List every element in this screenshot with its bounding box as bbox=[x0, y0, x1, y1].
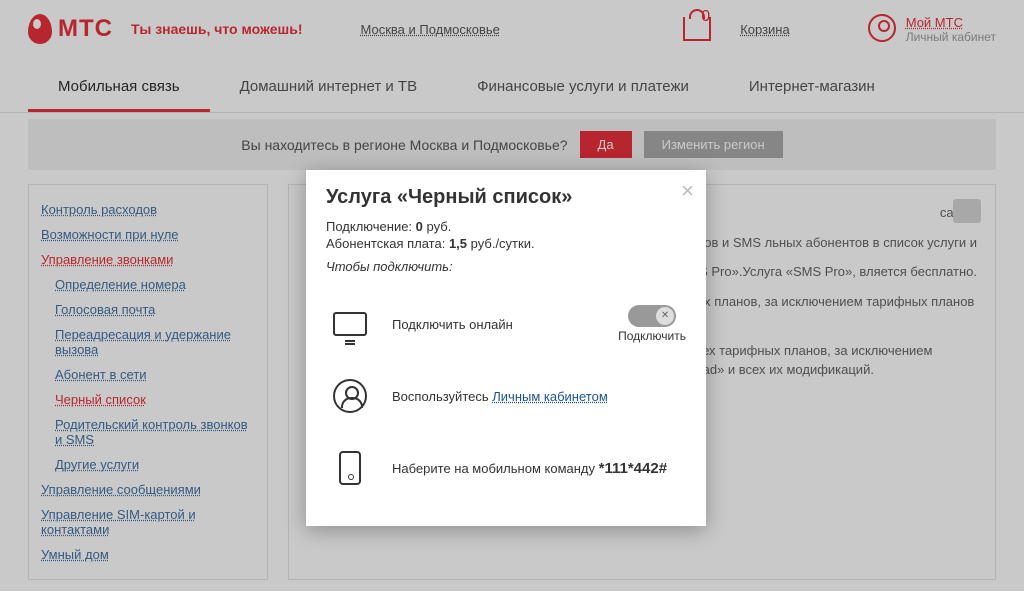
phone-icon bbox=[339, 451, 361, 485]
modal-blacklist: × Услуга «Черный список» Подключение: 0 … bbox=[306, 170, 706, 526]
modal-row-ussd: Наберите на мобильном команду *111*442# bbox=[326, 432, 686, 504]
modal-row-cabinet: Воспользуйтесь Личным кабинетом bbox=[326, 360, 686, 432]
modal-online-text: Подключить онлайн bbox=[392, 317, 600, 332]
close-icon[interactable]: × bbox=[681, 180, 694, 202]
toggle-label: Подключить bbox=[618, 329, 686, 343]
modal-instruction: Чтобы подключить: bbox=[326, 259, 686, 274]
profile-icon bbox=[333, 379, 367, 413]
cabinet-link[interactable]: Личным кабинетом bbox=[492, 389, 608, 404]
modal-row-online: Подключить онлайн Подключить bbox=[326, 288, 686, 360]
modal-ussd-text: Наберите на мобильном команду *111*442# bbox=[392, 460, 686, 477]
modal-title: Услуга «Черный список» bbox=[326, 186, 686, 209]
connect-toggle[interactable] bbox=[628, 305, 676, 327]
monitor-icon bbox=[333, 312, 367, 336]
modal-cabinet-text: Воспользуйтесь Личным кабинетом bbox=[392, 389, 686, 404]
modal-connect-line: Подключение: 0 руб. bbox=[326, 219, 686, 234]
modal-fee-line: Абонентская плата: 1,5 руб./сутки. bbox=[326, 236, 686, 251]
